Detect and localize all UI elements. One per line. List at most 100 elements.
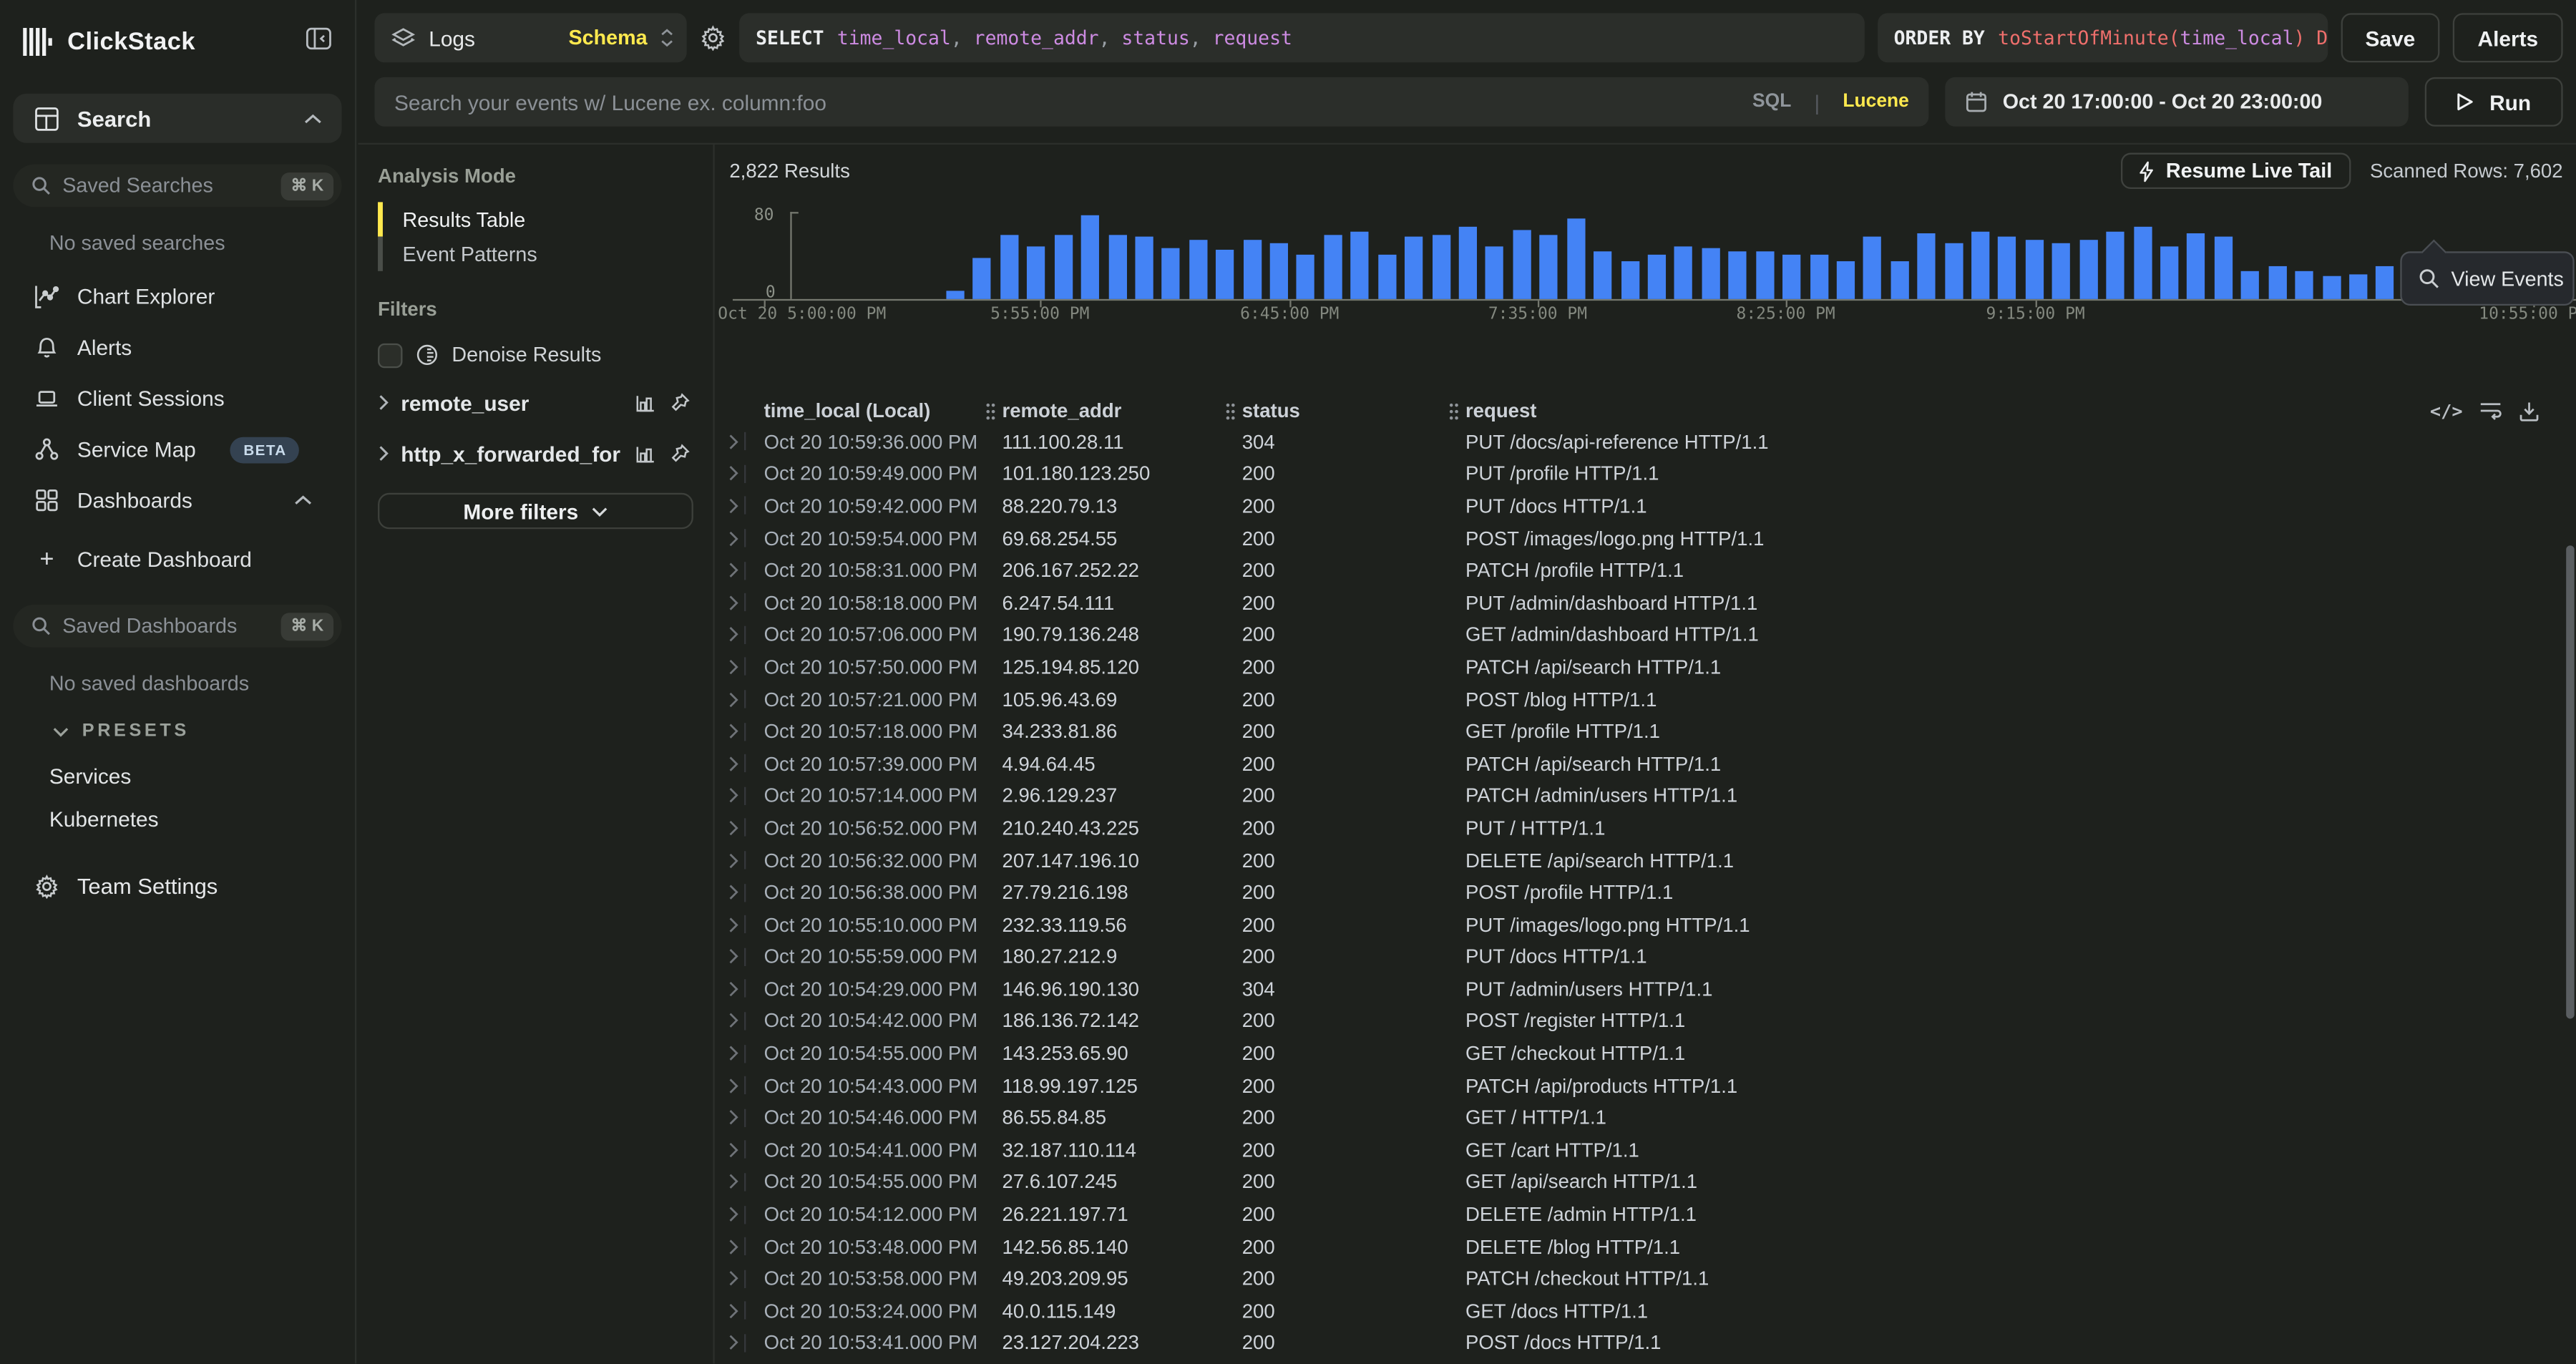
row-expand-chevron-icon[interactable] (728, 530, 744, 547)
event-search-input[interactable]: Search your events w/ Lucene ex. column:… (374, 77, 1928, 127)
table-row[interactable]: Oct 20 10:59:42.000 PM 88.220.79.13 200 … (715, 490, 2576, 522)
histogram-bar[interactable] (1890, 260, 1908, 299)
table-row[interactable]: Oct 20 10:57:18.000 PM 34.233.81.86 200 … (715, 716, 2576, 748)
row-expand-chevron-icon[interactable] (728, 691, 744, 708)
mode-results-table[interactable]: Results Table (378, 202, 693, 236)
histogram-bar[interactable] (973, 258, 991, 299)
histogram-bar[interactable] (1674, 245, 1692, 299)
sidebar-collapse-icon[interactable] (306, 26, 332, 51)
sidebar-item-alerts[interactable]: Alerts (0, 322, 355, 373)
histogram-bar[interactable] (2133, 226, 2151, 298)
filter-field-http-x-forwarded-for[interactable]: http_x_forwarded_for (378, 432, 693, 475)
histogram-bar[interactable] (1648, 254, 1666, 299)
table-row[interactable]: Oct 20 10:54:55.000 PM 27.6.107.245 200 … (715, 1166, 2576, 1198)
row-expand-chevron-icon[interactable] (728, 980, 744, 997)
histogram-bar[interactable] (1485, 245, 1503, 299)
row-expand-chevron-icon[interactable] (728, 1013, 744, 1029)
histogram-bar[interactable] (2187, 233, 2205, 299)
preset-item-kubernetes[interactable]: Kubernetes (49, 807, 355, 831)
preset-item-services[interactable]: Services (49, 764, 355, 789)
sidebar-item-dashboards[interactable]: Dashboards (0, 475, 355, 526)
row-expand-chevron-icon[interactable] (728, 1270, 744, 1287)
row-expand-chevron-icon[interactable] (728, 1238, 744, 1255)
source-settings-gear-icon[interactable] (700, 24, 726, 51)
column-header-time-local[interactable]: time_local (Local) (764, 399, 986, 422)
table-row[interactable]: Oct 20 10:53:58.000 PM 49.203.209.95 200… (715, 1262, 2576, 1295)
table-row[interactable]: Oct 20 10:54:46.000 PM 86.55.84.85 200 G… (715, 1101, 2576, 1134)
run-button[interactable]: Run (2425, 77, 2563, 127)
row-expand-chevron-icon[interactable] (728, 916, 744, 932)
histogram-bar[interactable] (1756, 251, 1774, 299)
histogram-bar[interactable] (1702, 248, 1719, 299)
table-row[interactable]: Oct 20 10:57:50.000 PM 125.194.85.120 20… (715, 651, 2576, 683)
row-expand-chevron-icon[interactable] (728, 724, 744, 740)
time-range-picker[interactable]: Oct 20 17:00:00 - Oct 20 23:00:00 (1945, 77, 2408, 127)
histogram-bar[interactable] (1000, 235, 1018, 299)
histogram-bar[interactable] (1513, 230, 1531, 298)
sidebar-item-team-settings[interactable]: Team Settings (34, 874, 355, 898)
histogram-bar[interactable] (2241, 271, 2259, 299)
create-dashboard-button[interactable]: + Create Dashboard (0, 534, 355, 585)
sidebar-item-service-map[interactable]: Service Map BETA (0, 424, 355, 474)
alerts-button[interactable]: Alerts (2453, 13, 2563, 62)
table-row[interactable]: Oct 20 10:53:24.000 PM 40.0.115.149 200 … (715, 1295, 2576, 1327)
table-row[interactable]: Oct 20 10:54:12.000 PM 26.221.197.71 200… (715, 1198, 2576, 1230)
table-scrollbar[interactable] (2566, 545, 2574, 1018)
histogram-bar[interactable] (1297, 254, 1315, 299)
source-select[interactable]: Logs Schema (374, 13, 686, 62)
histogram-bar[interactable] (2079, 240, 2097, 299)
row-expand-chevron-icon[interactable] (728, 1302, 744, 1319)
table-row[interactable]: Oct 20 10:55:10.000 PM 232.33.119.56 200… (715, 908, 2576, 940)
histogram-bar[interactable] (2376, 266, 2394, 299)
row-expand-chevron-icon[interactable] (728, 1141, 744, 1158)
table-row[interactable]: Oct 20 10:56:32.000 PM 207.147.196.10 20… (715, 844, 2576, 876)
histogram-bar[interactable] (1567, 219, 1585, 299)
table-row[interactable]: Oct 20 10:54:42.000 PM 186.136.72.142 20… (715, 1005, 2576, 1037)
row-expand-chevron-icon[interactable] (728, 756, 744, 772)
row-expand-chevron-icon[interactable] (728, 948, 744, 965)
histogram-bar[interactable] (1324, 235, 1342, 299)
more-filters-button[interactable]: More filters (378, 493, 693, 530)
histogram-bar[interactable] (1243, 239, 1261, 299)
table-row[interactable]: Oct 20 10:57:14.000 PM 2.96.129.237 200 … (715, 779, 2576, 812)
sidebar-item-client-sessions[interactable]: Client Sessions (0, 373, 355, 424)
drag-grip-icon[interactable] (1226, 401, 1236, 419)
table-row[interactable]: Oct 20 10:57:21.000 PM 105.96.43.69 200 … (715, 683, 2576, 716)
wrap-text-icon[interactable] (2479, 401, 2502, 421)
filter-field-remote-user[interactable]: remote_user (378, 381, 693, 424)
download-icon[interactable] (2519, 400, 2540, 422)
select-columns-input[interactable]: SELECT time_local, remote_addr, status, … (739, 13, 1864, 62)
resume-live-tail-button[interactable]: Resume Live Tail (2122, 153, 2351, 190)
table-row[interactable]: Oct 20 10:56:52.000 PM 210.240.43.225 20… (715, 812, 2576, 844)
row-expand-chevron-icon[interactable] (728, 884, 744, 900)
histogram-bar[interactable] (2322, 277, 2340, 299)
row-expand-chevron-icon[interactable] (728, 1206, 744, 1222)
row-expand-chevron-icon[interactable] (728, 1109, 744, 1126)
sidebar-item-chart-explorer[interactable]: Chart Explorer (0, 271, 355, 322)
histogram-bar[interactable] (1810, 255, 1828, 299)
histogram-bar[interactable] (2026, 240, 2044, 299)
row-expand-chevron-icon[interactable] (728, 562, 744, 579)
histogram-bar[interactable] (2268, 266, 2286, 299)
histogram-bar[interactable] (1918, 234, 1936, 299)
drag-grip-icon[interactable] (1449, 401, 1459, 419)
table-row[interactable]: Oct 20 10:59:49.000 PM 101.180.123.250 2… (715, 458, 2576, 490)
row-expand-chevron-icon[interactable] (728, 1045, 744, 1061)
mode-event-patterns[interactable]: Event Patterns (378, 237, 693, 271)
histogram-bar[interactable] (2349, 275, 2367, 299)
sidebar-item-search[interactable]: Search (13, 94, 341, 143)
row-expand-chevron-icon[interactable] (728, 1335, 744, 1351)
histogram-bar[interactable] (1432, 235, 1450, 299)
drag-grip-icon[interactable] (986, 401, 996, 419)
histogram-bar[interactable] (2052, 243, 2070, 299)
sql-mode-toggle[interactable]: SQL (1752, 92, 1791, 112)
histogram-bar[interactable] (1162, 249, 1180, 299)
row-expand-chevron-icon[interactable] (728, 466, 744, 482)
histogram-bar[interactable] (2214, 236, 2232, 299)
row-expand-chevron-icon[interactable] (728, 659, 744, 676)
histogram-bar[interactable] (1863, 237, 1881, 299)
table-row[interactable]: Oct 20 10:57:39.000 PM 4.94.64.45 200 PA… (715, 747, 2576, 779)
histogram-bar[interactable] (2160, 247, 2178, 299)
table-row[interactable]: Oct 20 10:54:29.000 PM 146.96.190.130 30… (715, 973, 2576, 1005)
histogram-bar[interactable] (1216, 250, 1234, 299)
